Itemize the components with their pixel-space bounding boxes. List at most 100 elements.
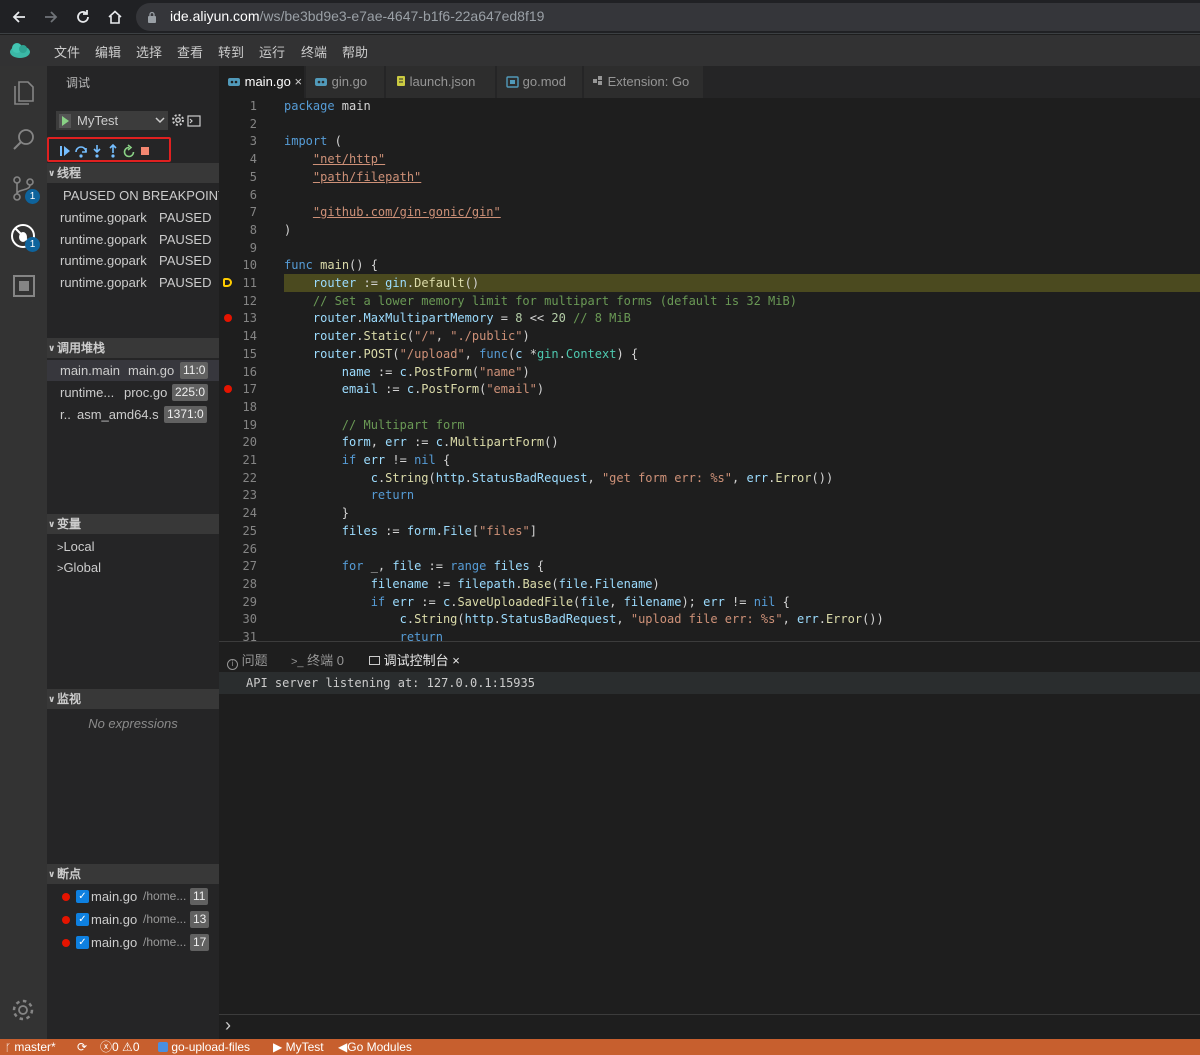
- console-input[interactable]: ›: [219, 1014, 1200, 1039]
- code-token: "/upload": [399, 346, 465, 361]
- chevron-down-icon: [155, 117, 165, 124]
- thread-row[interactable]: runtime.gopark PAUSED: [47, 250, 219, 271]
- breakpoint-checkbox[interactable]: ✓: [76, 936, 89, 949]
- info-icon: i: [227, 659, 238, 670]
- breakpoint-row[interactable]: ✓ main.go /home... 13: [47, 909, 219, 930]
- settings-button[interactable]: [9, 996, 41, 1028]
- debug-config-status[interactable]: ▶ MyTest: [273, 1039, 324, 1055]
- browser-toolbar: ide.aliyun.com/ws/be3bd9e3-e7ae-4647-b1f…: [0, 0, 1200, 34]
- breakpoint-checkbox[interactable]: ✓: [76, 890, 89, 903]
- code-token: ): [522, 329, 530, 344]
- continue-button[interactable]: [58, 144, 72, 158]
- step-into-button[interactable]: [90, 144, 104, 158]
- tab-terminal[interactable]: >_ 终端 0: [291, 650, 344, 669]
- project-name: go-upload-files: [171, 1040, 251, 1054]
- menu-go[interactable]: 转到: [218, 42, 244, 61]
- code-text: "net/http": [284, 150, 385, 168]
- sync-button[interactable]: ⟳: [77, 1039, 87, 1055]
- menu-view[interactable]: 查看: [177, 42, 203, 61]
- menu-help[interactable]: 帮助: [342, 42, 368, 61]
- line-number: 20: [242, 435, 257, 450]
- menu-edit[interactable]: 编辑: [95, 42, 121, 61]
- tab-launch-json[interactable]: launch.json: [386, 66, 496, 98]
- menu-selection[interactable]: 选择: [136, 42, 162, 61]
- thread-status-row[interactable]: PAUSED ON BREAKPOINT: [47, 185, 219, 206]
- restart-icon: [123, 144, 135, 158]
- search-button[interactable]: [8, 124, 40, 156]
- reload-button[interactable]: [70, 4, 96, 30]
- thread-row[interactable]: runtime.gopark PAUSED: [47, 229, 219, 250]
- variables-section-header[interactable]: ∨ 变量: [47, 514, 219, 534]
- thread-row[interactable]: runtime.gopark PAUSED: [47, 272, 219, 293]
- code-text: email := c.PostForm("email"): [284, 380, 544, 398]
- step-out-button[interactable]: [106, 143, 120, 158]
- step-over-icon: [75, 146, 87, 158]
- callstack-section-header[interactable]: ∨ 调用堆栈: [47, 338, 219, 358]
- extensions-button[interactable]: [8, 270, 40, 302]
- code-editor[interactable]: 1 package main 2 3 import (4 "net/http" 5 "pa…: [219, 97, 1200, 641]
- code-token: (: [457, 612, 465, 627]
- threads-header-label: 线程: [57, 166, 82, 180]
- debug-config-select[interactable]: MyTest: [56, 111, 168, 130]
- menu-terminal[interactable]: 终端: [301, 42, 327, 61]
- variable-scope-local[interactable]: >Local: [47, 536, 219, 557]
- code-token: :=: [421, 559, 451, 574]
- branch-status[interactable]: ᚴ master*: [5, 1039, 56, 1055]
- thread-row[interactable]: runtime.gopark PAUSED: [47, 207, 219, 228]
- step-over-button[interactable]: [74, 144, 88, 158]
- breakpoint-line: 11: [190, 888, 209, 905]
- code-token: :=: [377, 382, 407, 397]
- stack-frame-row[interactable]: runtime... proc.go 225:0: [47, 382, 219, 403]
- home-button[interactable]: [102, 4, 128, 30]
- forward-button[interactable]: [38, 4, 64, 30]
- code-token: .: [464, 470, 472, 485]
- code-token: );: [681, 594, 704, 609]
- menu-file[interactable]: 文件: [54, 42, 80, 61]
- console-icon: [369, 656, 380, 665]
- address-bar[interactable]: ide.aliyun.com/ws/be3bd9e3-e7ae-4647-b1f…: [136, 3, 1200, 31]
- tab-go-mod[interactable]: go.mod: [497, 66, 583, 98]
- tab-problems[interactable]: i 问题: [227, 650, 268, 670]
- code-token: filename: [623, 594, 682, 609]
- code-text: c.String(http.StatusBadRequest, "get for…: [284, 469, 833, 487]
- code-token: :=: [377, 523, 407, 538]
- watch-section-header[interactable]: ∨ 监视: [47, 689, 219, 709]
- tab-debug-console[interactable]: 调试控制台 ×: [369, 650, 460, 669]
- close-icon[interactable]: ×: [295, 74, 303, 89]
- threads-section-header[interactable]: ∨ 线程: [47, 163, 219, 183]
- stack-frame-row[interactable]: r.. asm_amd64.s 1371:0: [47, 404, 219, 425]
- menu-run[interactable]: 运行: [259, 42, 285, 61]
- tab-main-go[interactable]: main.go ×: [219, 66, 305, 98]
- debug-button[interactable]: 1: [8, 220, 40, 252]
- code-line: 31 return: [219, 628, 1200, 641]
- debug-config-label: MyTest: [285, 1040, 324, 1054]
- tab-gin-go[interactable]: gin.go: [306, 66, 385, 98]
- tab-extension-go[interactable]: Extension: Go: [584, 66, 704, 98]
- breakpoints-section-header[interactable]: ∨ 断点: [47, 864, 219, 884]
- problems-status[interactable]: ⓧ0 ⚠0: [100, 1039, 140, 1055]
- variable-scope-global[interactable]: >Global: [47, 557, 219, 578]
- breakpoint-checkbox[interactable]: ✓: [76, 913, 89, 926]
- code-text: return: [284, 628, 443, 641]
- explorer-button[interactable]: [8, 76, 40, 108]
- close-icon[interactable]: ×: [452, 653, 460, 668]
- code-line: 8): [219, 221, 1200, 239]
- breakpoint-row[interactable]: ✓ main.go /home... 11: [47, 886, 219, 907]
- go-modules-status[interactable]: ◀Go Modules: [338, 1039, 412, 1055]
- open-launch-json-button[interactable]: [171, 113, 185, 127]
- code-text: import (: [284, 132, 342, 150]
- breakpoint-row[interactable]: ✓ main.go /home... 17: [47, 932, 219, 953]
- stack-frame-row[interactable]: main.main main.go 11:0: [47, 360, 219, 381]
- restart-button[interactable]: [122, 144, 136, 158]
- source-control-button[interactable]: 1: [8, 172, 40, 204]
- step-out-icon: [109, 143, 117, 158]
- line-number: 15: [242, 346, 257, 361]
- open-console-button[interactable]: [187, 114, 201, 127]
- stop-button[interactable]: [138, 144, 152, 158]
- url-text: ide.aliyun.com/ws/be3bd9e3-e7ae-4647-b1f…: [170, 8, 544, 24]
- back-button[interactable]: [6, 4, 32, 30]
- activity-bar: 1 1: [0, 66, 47, 1039]
- project-status[interactable]: go-upload-files: [158, 1039, 250, 1055]
